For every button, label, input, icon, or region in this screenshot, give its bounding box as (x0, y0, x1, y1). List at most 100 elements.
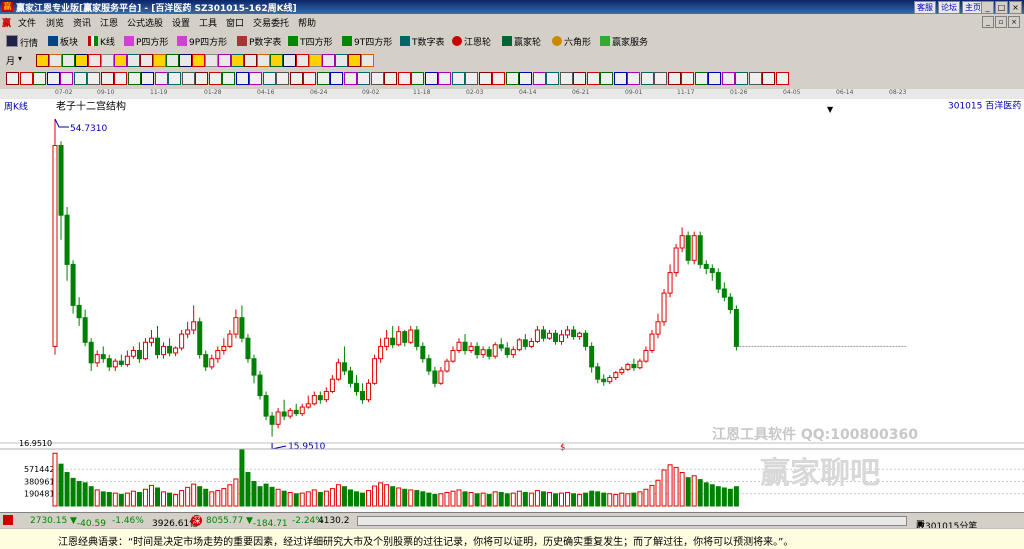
tool-icon[interactable] (283, 54, 296, 67)
tool-icon[interactable] (361, 54, 374, 67)
tool-icon[interactable] (348, 54, 361, 67)
indicator-tool-icon[interactable] (357, 72, 370, 85)
indicator-tool-icon[interactable] (370, 72, 384, 85)
indicator-tool-icon[interactable] (438, 72, 451, 85)
indicator-tool-icon[interactable] (424, 72, 438, 85)
tool-icon[interactable] (270, 54, 283, 67)
indicator-tool-icon[interactable] (559, 72, 573, 85)
tb-9t-square[interactable]: 9T四方形 (342, 35, 392, 48)
indicator-tool-icon[interactable] (694, 72, 708, 85)
tool-icon[interactable] (62, 54, 75, 67)
indicator-tool-icon[interactable] (73, 72, 87, 85)
tb-hexagon[interactable]: 六角形 (552, 35, 591, 48)
menu-trade[interactable]: 交易委托 (253, 16, 289, 29)
indicator-tool-icon[interactable] (640, 72, 654, 85)
tb-sectors[interactable]: 板块 (48, 35, 78, 48)
tool-icon[interactable] (192, 54, 205, 67)
menu-info[interactable]: 资讯 (73, 16, 91, 29)
indicator-tool-icon[interactable] (330, 72, 343, 85)
indicator-tool-icon[interactable] (627, 72, 640, 85)
menu-help[interactable]: 帮助 (298, 16, 316, 29)
indicator-tool-icon[interactable] (654, 72, 667, 85)
mdi-close-button[interactable]: × (1008, 16, 1020, 28)
tb-p-table[interactable]: P数字表 (237, 35, 281, 48)
indicator-tool-icon[interactable] (33, 72, 46, 85)
tool-icon[interactable] (231, 54, 244, 67)
indicator-tool-icon[interactable] (46, 72, 60, 85)
menu-tools[interactable]: 工具 (199, 16, 217, 29)
menu-gann[interactable]: 江恩 (100, 16, 118, 29)
indicator-tool-icon[interactable] (195, 72, 208, 85)
indicator-tool-icon[interactable] (127, 72, 141, 85)
menu-settings[interactable]: 设置 (172, 16, 190, 29)
indicator-tool-icon[interactable] (262, 72, 276, 85)
tb-gann-wheel[interactable]: 江恩轮 (452, 35, 491, 48)
indicator-tool-icon[interactable] (154, 72, 168, 85)
indicator-tool-icon[interactable] (492, 72, 505, 85)
indicator-tool-icon[interactable] (465, 72, 478, 85)
tb-kline[interactable]: K线 (88, 35, 115, 48)
link-forum[interactable]: 论坛 (938, 1, 960, 14)
tool-icon[interactable] (114, 54, 127, 67)
indicator-tool-icon[interactable] (6, 72, 19, 85)
indicator-tool-icon[interactable] (316, 72, 330, 85)
link-kefu[interactable]: 客服 (914, 1, 936, 14)
tool-icon[interactable] (127, 54, 140, 67)
tool-icon[interactable] (257, 54, 270, 67)
close-button[interactable]: × (1009, 1, 1022, 14)
tool-icon[interactable] (49, 54, 62, 67)
tool-icon[interactable] (36, 54, 49, 67)
indicator-tool-icon[interactable] (748, 72, 762, 85)
indicator-tool-icon[interactable] (478, 72, 492, 85)
indicator-tool-icon[interactable] (546, 72, 559, 85)
indicator-tool-icon[interactable] (114, 72, 127, 85)
indicator-tool-icon[interactable] (168, 72, 181, 85)
tool-icon[interactable] (179, 54, 192, 67)
minimize-button[interactable]: _ (981, 1, 994, 14)
indicator-tool-icon[interactable] (235, 72, 249, 85)
tool-icon[interactable] (153, 54, 166, 67)
indicator-tool-icon[interactable] (289, 72, 303, 85)
indicator-tool-icon[interactable] (505, 72, 519, 85)
tool-icon[interactable] (88, 54, 101, 67)
indicator-tool-icon[interactable] (735, 72, 748, 85)
period-dropdown-icon[interactable]: ▾ (18, 54, 22, 63)
indicator-tool-icon[interactable] (586, 72, 600, 85)
indicator-tool-icon[interactable] (303, 72, 316, 85)
tool-icon[interactable] (166, 54, 179, 67)
indicator-tool-icon[interactable] (762, 72, 775, 85)
indicator-tool-icon[interactable] (708, 72, 721, 85)
indicator-tool-icon[interactable] (343, 72, 357, 85)
tb-service[interactable]: 赢家服务 (600, 35, 648, 48)
tool-icon[interactable] (335, 54, 348, 67)
tool-icon[interactable] (322, 54, 335, 67)
indicator-tool-icon[interactable] (775, 72, 789, 85)
tb-t-table[interactable]: T数字表 (400, 35, 445, 48)
indicator-tool-icon[interactable] (613, 72, 627, 85)
tool-icon[interactable] (296, 54, 309, 67)
tb-winner-wheel[interactable]: 赢家轮 (502, 35, 541, 48)
maximize-button[interactable]: □ (995, 1, 1008, 14)
indicator-tool-icon[interactable] (208, 72, 222, 85)
tool-icon[interactable] (140, 54, 153, 67)
indicator-tool-icon[interactable] (384, 72, 397, 85)
tool-icon[interactable] (205, 54, 218, 67)
tb-t-square[interactable]: T四方形 (288, 35, 333, 48)
tool-icon[interactable] (244, 54, 257, 67)
tool-icon[interactable] (101, 54, 114, 67)
tb-9p-square[interactable]: 9P四方形 (177, 35, 227, 48)
tool-icon[interactable] (218, 54, 231, 67)
menu-file[interactable]: 文件 (18, 16, 36, 29)
indicator-tool-icon[interactable] (681, 72, 694, 85)
mdi-minimize-button[interactable]: _ (982, 16, 994, 28)
dropdown-marker-icon[interactable]: ▼ (827, 105, 834, 114)
mdi-restore-button[interactable]: ▫ (995, 16, 1007, 28)
indicator-tool-icon[interactable] (532, 72, 546, 85)
tool-icon[interactable] (75, 54, 88, 67)
horizontal-scrollbar[interactable] (357, 516, 907, 526)
tb-p-square[interactable]: P四方形 (124, 35, 168, 48)
indicator-tool-icon[interactable] (667, 72, 681, 85)
tb-quotes[interactable]: 行情 (6, 35, 38, 49)
tool-icon[interactable] (309, 54, 322, 67)
menu-window[interactable]: 窗口 (226, 16, 244, 29)
